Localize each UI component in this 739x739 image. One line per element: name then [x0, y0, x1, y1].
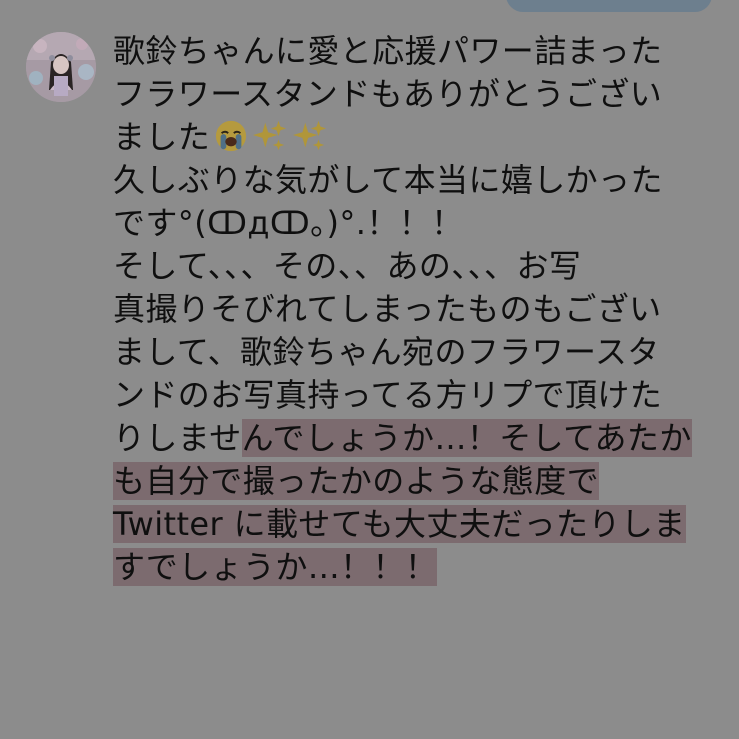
- message-line: りしませんでしょうか…！そしてあたか: [113, 417, 723, 460]
- profile-photo-avatar-icon: [26, 32, 96, 102]
- message-line-text: まして、歌鈴ちゃん宛のフラワースタ: [113, 333, 660, 371]
- message-line: です°(ↀдↀ。)°.！！！: [113, 202, 723, 245]
- tweet-screen: 歌鈴ちゃんに愛と応援パワー詰まった フラワースタンドもありがとうござい ました久しぶ…: [0, 0, 739, 739]
- message-line: 久しぶりな気がして本当に嬉しかった: [113, 159, 723, 202]
- message-line: すでしょうか…！！！: [113, 546, 723, 589]
- message-line-text: そして、、、その、、あの、、、お写: [113, 247, 582, 285]
- highlighted-text[interactable]: んでしょうか…！そしてあたか: [241, 419, 692, 457]
- message-line-text: です°(ↀдↀ。)°.！！！: [113, 204, 464, 242]
- message-text: 歌鈴ちゃんに愛と応援パワー詰まった フラワースタンドもありがとうござい ました久しぶ…: [113, 30, 723, 589]
- message-line-text: 歌鈴ちゃんに愛と応援パワー詰まった: [113, 32, 663, 70]
- loudly-crying-face-icon: [216, 120, 247, 152]
- message-line: Twitter に載せても大丈夫だったりしま: [113, 503, 723, 546]
- sparkles-icon: [293, 120, 327, 151]
- previous-message-bubble[interactable]: [506, 0, 712, 12]
- message-line: ました: [113, 116, 723, 159]
- highlighted-text[interactable]: も自分で撮ったかのような態度で: [113, 462, 600, 500]
- message-line-text: りしませ: [113, 419, 242, 457]
- message-line: ンドのお写真持ってる方リプで頂けた: [113, 374, 723, 417]
- message-line-text: ました: [113, 118, 211, 156]
- message-line: まして、歌鈴ちゃん宛のフラワースタ: [113, 331, 723, 374]
- message-line-text: ンドのお写真持ってる方リプで頂けた: [113, 376, 663, 414]
- message-line: 歌鈴ちゃんに愛と応援パワー詰まった: [113, 30, 723, 73]
- avatar[interactable]: [26, 32, 96, 102]
- message-line-text: 真撮りそびれてしまったものもござい: [113, 290, 662, 328]
- message-line: フラワースタンドもありがとうござい: [113, 73, 723, 116]
- sparkles-icon: [253, 120, 287, 151]
- message-line: 真撮りそびれてしまったものもござい: [113, 288, 723, 331]
- highlighted-text[interactable]: Twitter に載せても大丈夫だったりしま: [113, 505, 686, 543]
- message-line-text: フラワースタンドもありがとうござい: [113, 75, 663, 113]
- message-line: そして、、、その、、あの、、、お写: [113, 245, 723, 288]
- highlighted-text[interactable]: すでしょうか…！！！: [113, 548, 438, 586]
- message-line: も自分で撮ったかのような態度で: [113, 460, 723, 503]
- message-line-text: 久しぶりな気がして本当に嬉しかった: [113, 161, 663, 199]
